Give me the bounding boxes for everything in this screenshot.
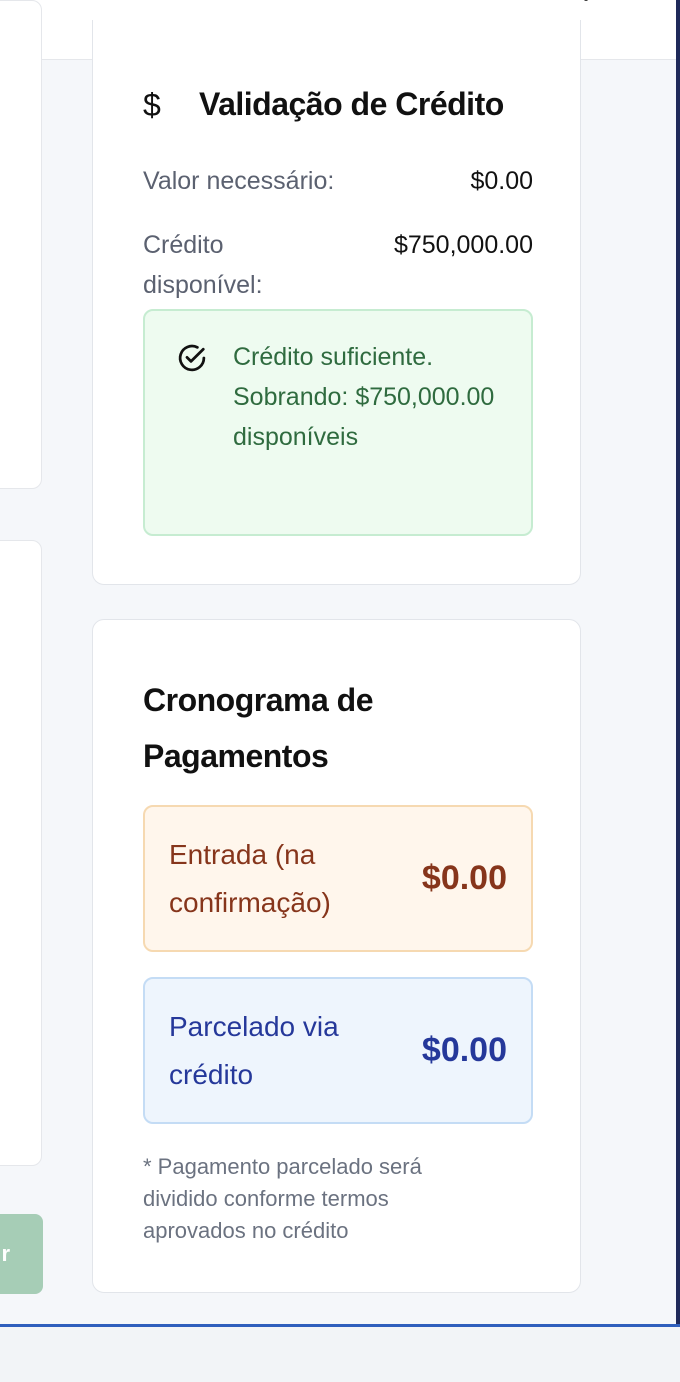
down-payment-box: Entrada (na confirmação) $0.00 (143, 805, 533, 952)
credit-status-message: Crédito suficiente. Sobrando: $750,000.0… (233, 343, 495, 451)
credit-validation-header: $ Validação de Crédito (143, 86, 504, 123)
left-panel-card-bottom (0, 540, 42, 1166)
required-amount-label: Valor necessário: (143, 167, 335, 195)
credit-validation-card: $ Validação de Crédito Valor necessário:… (92, 20, 581, 585)
primary-action-button-label: r (1, 1241, 10, 1266)
window-edge (676, 0, 680, 1326)
required-amount-row: Valor necessário: $0.00 (143, 161, 533, 201)
available-credit-row: Crédito disponível: $750,000.00 (143, 225, 533, 305)
left-panel-card-top (0, 0, 42, 489)
lower-page-area (0, 1327, 680, 1382)
down-payment-label: Entrada (na confirmação) (169, 838, 331, 918)
required-amount-value: $0.00 (470, 167, 533, 195)
installments-box: Parcelado via crédito $0.00 (143, 977, 533, 1124)
installments-value: $0.00 (421, 1031, 507, 1069)
installments-label: Parcelado via crédito (169, 1010, 339, 1090)
available-credit-label: Crédito disponível: (143, 231, 263, 299)
app-frame: ˘ r $ Validação de Crédito Valor necessá… (0, 0, 680, 1382)
credit-status-alert: Crédito suficiente. Sobrando: $750,000.0… (143, 309, 533, 536)
available-credit-value: $750,000.00 (393, 231, 533, 259)
payment-schedule-title: Cronograma de Pagamentos (143, 682, 373, 774)
payment-schedule-card: Cronograma de Pagamentos Entrada (na con… (92, 619, 581, 1293)
down-payment-value: $0.00 (421, 859, 507, 897)
primary-action-button[interactable]: r (0, 1214, 43, 1294)
chevron-down-icon[interactable]: ˘ (584, 0, 589, 12)
credit-validation-title: Validação de Crédito (199, 86, 504, 122)
check-circle-icon (178, 344, 206, 372)
installments-footnote: * Pagamento parcelado será dividido conf… (143, 1154, 422, 1243)
dollar-icon: $ (143, 86, 161, 123)
